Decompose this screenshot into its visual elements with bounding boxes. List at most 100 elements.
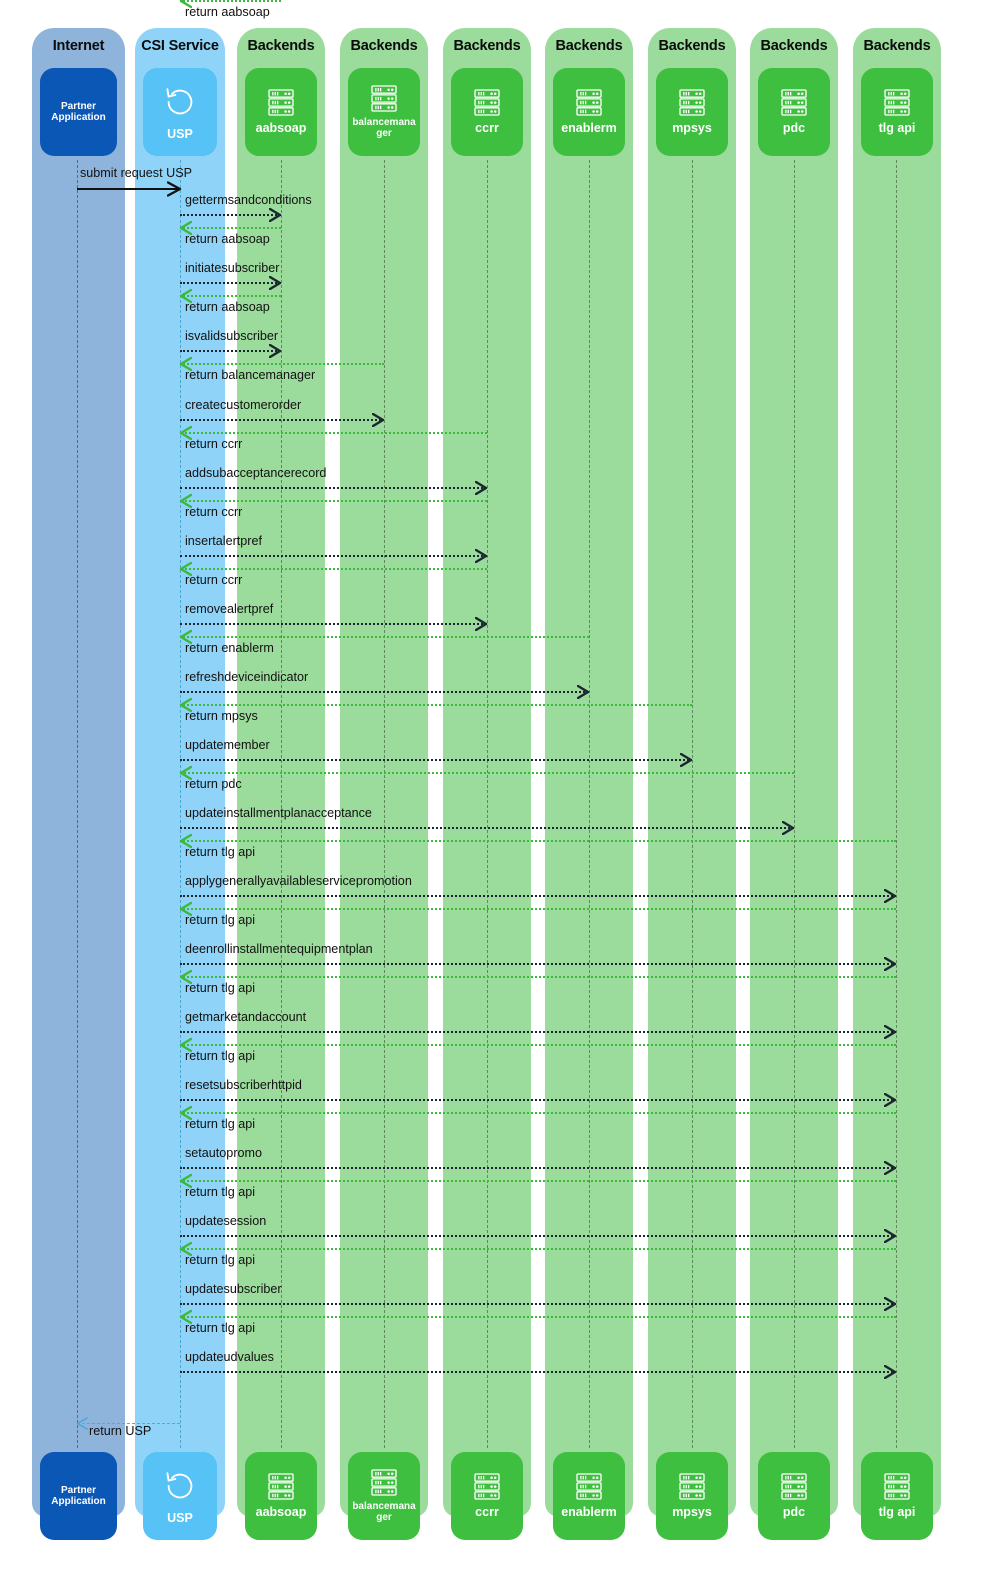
- message-line-3: [180, 282, 281, 284]
- message-line-13: [180, 623, 487, 625]
- lane-title-csi: CSI Service: [141, 38, 219, 54]
- message-line-21: [180, 895, 896, 897]
- actor-label-balancemanager: balancemanager: [352, 1500, 416, 1524]
- arrowhead-icon-25: [884, 1025, 897, 1039]
- message-label-6: return aabsoap: [185, 300, 270, 314]
- actor-footer-aabsoap[interactable]: aabsoap: [245, 1452, 317, 1540]
- message-line-19: [180, 827, 794, 829]
- lane-title-pdc: Backends: [760, 38, 828, 54]
- message-label-17: updatemember: [185, 738, 270, 752]
- message-line-9: [180, 487, 487, 489]
- message-label-25: getmarketandaccount: [185, 1010, 307, 1024]
- arrowhead-icon-19: [782, 821, 795, 835]
- message-label-24: return tlg api: [185, 913, 256, 927]
- actor-footer-csi[interactable]: USP: [143, 1452, 217, 1540]
- message-line-28: [180, 1044, 896, 1046]
- actor-footer-pdc[interactable]: pdc: [758, 1452, 830, 1540]
- message-label-21: applygenerallyavailableservicepromotion: [185, 874, 412, 888]
- arrowhead-icon-35: [884, 1365, 897, 1379]
- lane-title-balancemanager: Backends: [350, 38, 418, 54]
- message-label-9: addsubacceptancerecord: [185, 466, 327, 480]
- message-line-4: [180, 227, 281, 229]
- message-line-5: [180, 350, 281, 352]
- actor-footer-enablerm[interactable]: enablerm: [553, 1452, 625, 1540]
- actor-footer-mpsys[interactable]: mpsys: [656, 1452, 728, 1540]
- actor-header-csi[interactable]: USP: [143, 68, 217, 156]
- message-label-18: return mpsys: [185, 709, 258, 723]
- message-label-31: updatesession: [185, 1214, 267, 1228]
- message-line-11: [180, 555, 487, 557]
- message-line-23: [180, 963, 896, 965]
- message-label-36: return tlg api: [185, 1321, 256, 1335]
- message-label-4: return aabsoap: [185, 232, 270, 246]
- server-icon: [781, 1473, 807, 1500]
- message-label-14: return ccrr: [185, 573, 243, 587]
- message-label-26: return tlg api: [185, 981, 256, 995]
- server-icon: [371, 84, 397, 112]
- actor-header-tlgapi[interactable]: tlg api: [861, 68, 933, 156]
- lane-title-mpsys: Backends: [658, 38, 726, 54]
- actor-label-csi: USP: [167, 1511, 193, 1526]
- lane-tlgapi: Backends: [853, 28, 941, 1517]
- message-line-14: [180, 568, 487, 570]
- lifeline-mpsys: [692, 160, 693, 1448]
- message-line-10: [180, 432, 487, 434]
- actor-header-pdc[interactable]: pdc: [758, 68, 830, 156]
- arrowhead-icon-7: [372, 413, 385, 427]
- message-line-33: [180, 1303, 896, 1305]
- message-line-12: [180, 500, 487, 502]
- lifeline-tlgapi: [896, 160, 897, 1448]
- message-label-30: return tlg api: [185, 1117, 256, 1131]
- arrowhead-icon-11: [475, 549, 488, 563]
- message-label-10: return ccrr: [185, 437, 243, 451]
- actor-label-ccrr: ccrr: [475, 1504, 499, 1519]
- arrowhead-icon-21: [884, 889, 897, 903]
- message-line-8: [180, 363, 384, 365]
- actor-header-internet[interactable]: Partner Application: [40, 68, 117, 156]
- message-label-0: submit request USP: [80, 166, 192, 180]
- server-icon: [371, 1468, 397, 1496]
- lane-title-tlgapi: Backends: [863, 38, 931, 54]
- message-line-26: [180, 976, 896, 978]
- message-line-24: [180, 908, 896, 910]
- message-line-25: [180, 1031, 896, 1033]
- actor-header-balancemanager[interactable]: balancemanager: [348, 68, 420, 156]
- message-label-8: return balancemanager: [185, 368, 316, 382]
- actor-footer-ccrr[interactable]: ccrr: [451, 1452, 523, 1540]
- message-line-36: [180, 1316, 896, 1318]
- refresh-icon: [160, 1466, 200, 1506]
- arrowhead-icon-1: [269, 208, 282, 222]
- server-icon: [679, 1473, 705, 1500]
- message-line-16: [180, 636, 589, 638]
- message-line-17: [180, 759, 692, 761]
- message-line-22: [180, 840, 896, 842]
- actor-footer-tlgapi[interactable]: tlg api: [861, 1452, 933, 1540]
- message-line-29: [180, 1167, 896, 1169]
- actor-header-ccrr[interactable]: ccrr: [451, 68, 523, 156]
- actor-header-aabsoap[interactable]: aabsoap: [245, 68, 317, 156]
- arrowhead-icon-37: [76, 1417, 88, 1430]
- arrowhead-icon-9: [475, 481, 488, 495]
- actor-label-internet: Partner Application: [51, 100, 106, 124]
- lifeline-ccrr: [487, 160, 488, 1448]
- message-label-15: refreshdeviceindicator: [185, 670, 309, 684]
- actor-footer-balancemanager[interactable]: balancemanager: [348, 1452, 420, 1540]
- actor-label-tlgapi: tlg api: [878, 1504, 916, 1519]
- message-label-29: setautopromo: [185, 1146, 263, 1160]
- actor-label-pdc: pdc: [782, 1504, 806, 1519]
- lifeline-pdc: [794, 160, 795, 1448]
- message-label-16: return enablerm: [185, 641, 274, 655]
- actor-header-enablerm[interactable]: enablerm: [553, 68, 625, 156]
- message-label-27: resetsubscriberhttpid: [185, 1078, 302, 1092]
- message-label-32: return tlg api: [185, 1185, 256, 1199]
- actor-header-mpsys[interactable]: mpsys: [656, 68, 728, 156]
- arrowhead-icon-13: [475, 617, 488, 631]
- actor-label-internet: Partner Application: [51, 1484, 106, 1508]
- actor-label-enablerm: enablerm: [561, 120, 617, 135]
- arrowhead-icon-29: [884, 1161, 897, 1175]
- message-label-2: return aabsoap: [185, 5, 270, 19]
- message-label-33: updatesubscriber: [185, 1282, 282, 1296]
- server-icon: [576, 89, 602, 116]
- actor-label-mpsys: mpsys: [672, 120, 712, 135]
- actor-footer-internet[interactable]: Partner Application: [40, 1452, 117, 1540]
